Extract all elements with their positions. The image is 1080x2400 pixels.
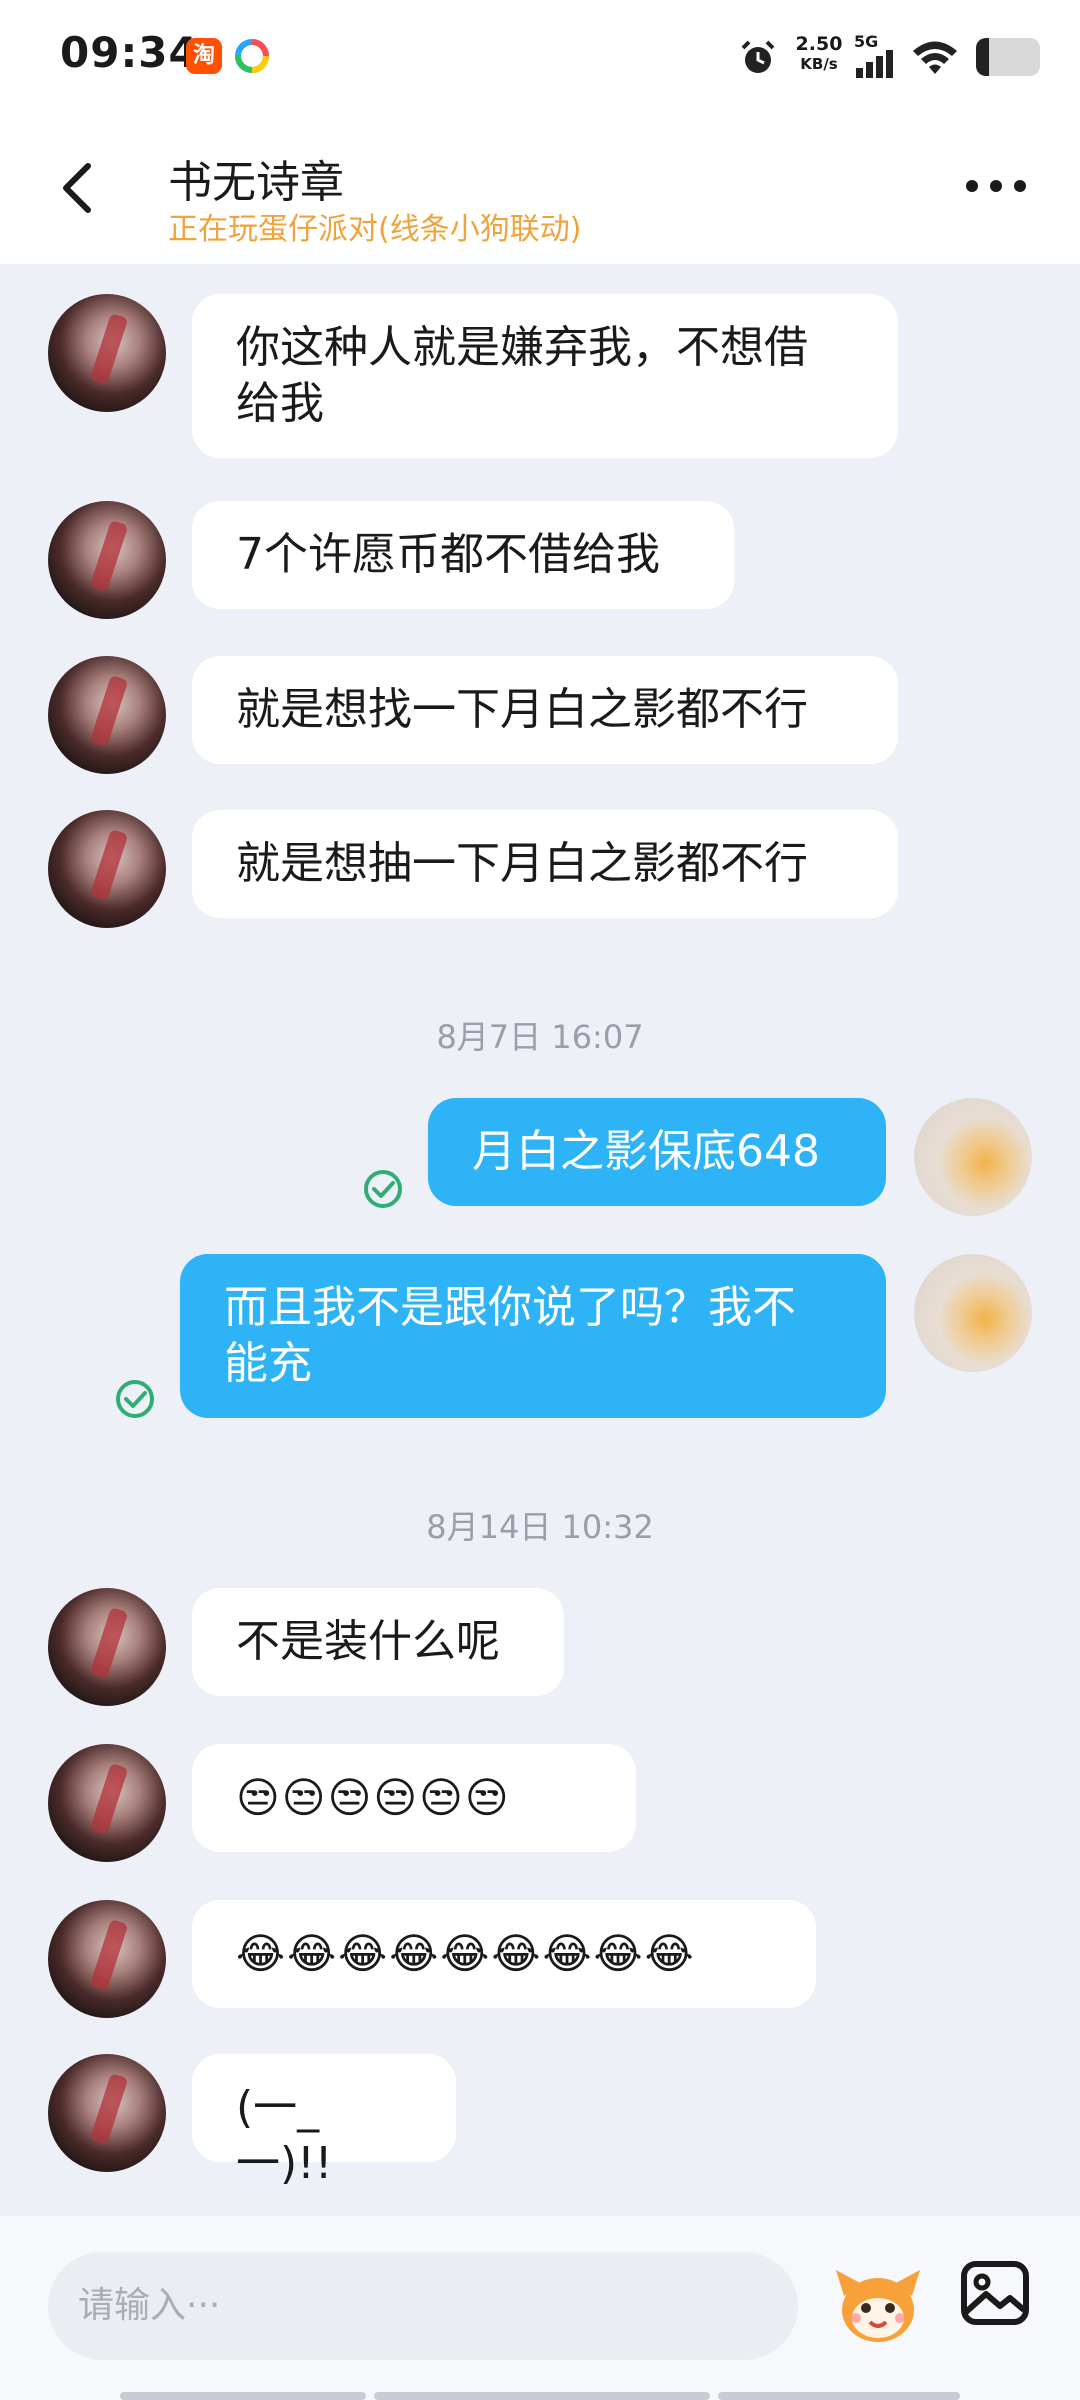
network-speed-unit: KB/s bbox=[800, 55, 838, 73]
message-bubble[interactable]: 而且我不是跟你说了吗？我不 能充 bbox=[180, 1254, 886, 1418]
input-bar: 请输入··· bbox=[0, 2216, 1080, 2400]
status-icons: 2.50 KB/s 5G bbox=[700, 30, 1040, 86]
taobao-app-icon: 淘 bbox=[186, 38, 222, 74]
nav-pill-segment bbox=[374, 2392, 710, 2400]
contact-name[interactable]: 书无诗章 bbox=[168, 146, 344, 210]
battery-icon bbox=[976, 38, 1040, 76]
back-button[interactable] bbox=[48, 156, 112, 220]
alarm-icon bbox=[741, 40, 775, 73]
read-check-icon bbox=[364, 1170, 402, 1208]
status-bar: 09:34 淘 2.50 KB/s 5G bbox=[0, 0, 1080, 116]
message-bubble[interactable]: 7个许愿币都不借给我 bbox=[192, 501, 734, 609]
chat-header: 书无诗章 正在玩蛋仔派对(线条小狗联动) bbox=[0, 116, 1080, 264]
home-indicator[interactable] bbox=[120, 2392, 960, 2400]
egg-party-mascot-icon[interactable] bbox=[830, 2256, 926, 2352]
network-type: 5G bbox=[854, 32, 879, 51]
nav-pill-segment bbox=[718, 2392, 960, 2400]
contact-avatar[interactable] bbox=[48, 1744, 166, 1862]
my-avatar[interactable] bbox=[914, 1098, 1032, 1216]
message-bubble[interactable]: 你这种人就是嫌弃我，不想借 给我 bbox=[192, 294, 898, 458]
message-bubble[interactable]: 就是想找一下月白之影都不行 bbox=[192, 656, 898, 764]
contact-avatar[interactable] bbox=[48, 501, 166, 619]
chat-screen: 09:34 淘 2.50 KB/s 5G 书无诗章 正在玩蛋仔派对(线条小狗联动… bbox=[0, 0, 1080, 2400]
signal-bars-icon bbox=[856, 50, 893, 78]
status-time: 09:34 bbox=[60, 28, 199, 77]
message-bubble[interactable]: 😂😂😂😂😂😂😂😂😂 bbox=[192, 1900, 816, 2008]
message-bubble[interactable]: (一_一)!! bbox=[192, 2054, 456, 2189]
cellular-signal-icon: 5G bbox=[854, 34, 898, 80]
timestamp: 8月14日 10:32 bbox=[426, 1508, 654, 1546]
contact-status: 正在玩蛋仔派对(线条小狗联动) bbox=[168, 212, 582, 247]
network-speed-value: 2.50 bbox=[795, 33, 843, 55]
message-bubble[interactable]: 月白之影保底648 bbox=[428, 1098, 886, 1206]
more-options-button[interactable] bbox=[960, 166, 1032, 206]
read-check-icon bbox=[116, 1380, 154, 1418]
message-bubble[interactable]: 😒😒😒😒😒😒 bbox=[192, 1744, 636, 1852]
message-bubble[interactable]: 就是想抽一下月白之影都不行 bbox=[192, 810, 898, 918]
contact-avatar[interactable] bbox=[48, 810, 166, 928]
message-input[interactable]: 请输入··· bbox=[48, 2252, 798, 2360]
timestamp: 8月7日 16:07 bbox=[436, 1018, 644, 1056]
browser-app-icon bbox=[234, 38, 270, 74]
contact-avatar[interactable] bbox=[48, 1588, 166, 1706]
contact-avatar[interactable] bbox=[48, 2054, 166, 2172]
message-list[interactable]: 你这种人就是嫌弃我，不想借 给我 7个许愿币都不借给我 就是想找一下月白之影都不… bbox=[0, 264, 1080, 2216]
contact-avatar[interactable] bbox=[48, 1900, 166, 2018]
nav-pill-segment bbox=[120, 2392, 366, 2400]
battery-level bbox=[976, 38, 989, 76]
contact-avatar[interactable] bbox=[48, 294, 166, 412]
contact-avatar[interactable] bbox=[48, 656, 166, 774]
wifi-icon bbox=[913, 41, 957, 74]
my-avatar[interactable] bbox=[914, 1254, 1032, 1372]
image-icon[interactable] bbox=[958, 2256, 1032, 2330]
message-bubble[interactable]: 不是装什么呢 bbox=[192, 1588, 564, 1696]
network-speed: 2.50 KB/s bbox=[788, 34, 850, 74]
